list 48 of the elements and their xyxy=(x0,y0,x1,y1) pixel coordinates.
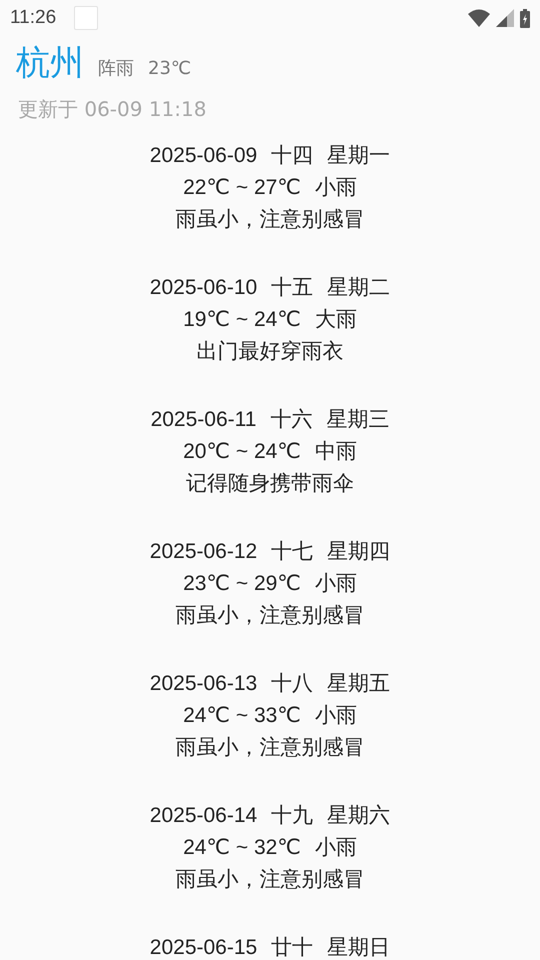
lunar-date: 十六 xyxy=(270,407,312,433)
forecast-date: 2025-06-10 xyxy=(150,275,258,301)
weather-tip: 雨虽小，注意别感冒 xyxy=(175,603,364,629)
status-time: 11:26 xyxy=(10,7,56,29)
lunar-date: 十四 xyxy=(271,143,314,169)
weather-condition: 小雨 xyxy=(314,835,357,861)
lunar-date: 廿十 xyxy=(271,935,314,960)
current-temperature: 23℃ xyxy=(148,58,192,79)
weather-condition: 大雨 xyxy=(314,307,357,333)
weekday: 星期三 xyxy=(326,407,390,433)
signal-icon xyxy=(496,9,514,27)
weekday: 星期五 xyxy=(327,671,390,697)
update-time: 更新于 06-09 11:18 xyxy=(17,96,208,123)
temperature-range: 20℃ ~ 24℃ xyxy=(183,439,301,465)
city-name: 杭州 xyxy=(16,42,84,85)
temperature-range: 22℃ ~ 27℃ xyxy=(183,175,301,201)
forecast-date: 2025-06-09 xyxy=(150,143,258,169)
notification-icon xyxy=(74,6,98,30)
forecast-date: 2025-06-14 xyxy=(150,803,258,829)
weekday: 星期一 xyxy=(327,143,390,169)
lunar-date: 十九 xyxy=(271,803,314,829)
temperature-range: 24℃ ~ 33℃ xyxy=(183,703,301,729)
lunar-date: 十八 xyxy=(271,671,314,697)
temperature-range: 23℃ ~ 29℃ xyxy=(183,571,301,597)
temperature-range: 24℃ ~ 32℃ xyxy=(183,835,301,861)
weekday: 星期二 xyxy=(327,275,390,301)
weather-tip: 记得随身携带雨伞 xyxy=(186,471,354,497)
weather-condition: 小雨 xyxy=(314,703,357,729)
weather-tip: 雨虽小，注意别感冒 xyxy=(175,867,364,893)
temperature-range: 19℃ ~ 24℃ xyxy=(183,307,301,333)
forecast-date: 2025-06-11 xyxy=(150,407,256,433)
lunar-date: 十七 xyxy=(271,539,314,565)
weather-condition: 小雨 xyxy=(314,571,357,597)
lunar-date: 十五 xyxy=(271,275,314,301)
weekday: 星期六 xyxy=(327,803,390,829)
weather-tip: 出门最好穿雨衣 xyxy=(196,339,344,365)
current-condition: 阵雨 xyxy=(98,57,134,80)
weather-tip: 雨虽小，注意别感冒 xyxy=(175,735,364,761)
weather-condition: 中雨 xyxy=(314,439,357,465)
battery-icon xyxy=(520,8,530,28)
wifi-icon xyxy=(468,9,490,27)
weather-tip: 雨虽小，注意别感冒 xyxy=(175,207,364,233)
weekday: 星期日 xyxy=(327,935,390,960)
weather-condition: 小雨 xyxy=(314,175,357,201)
weekday: 星期四 xyxy=(327,539,390,565)
forecast-date: 2025-06-13 xyxy=(150,671,258,697)
forecast-date: 2025-06-12 xyxy=(150,539,258,565)
forecast-date: 2025-06-15 xyxy=(150,935,258,960)
